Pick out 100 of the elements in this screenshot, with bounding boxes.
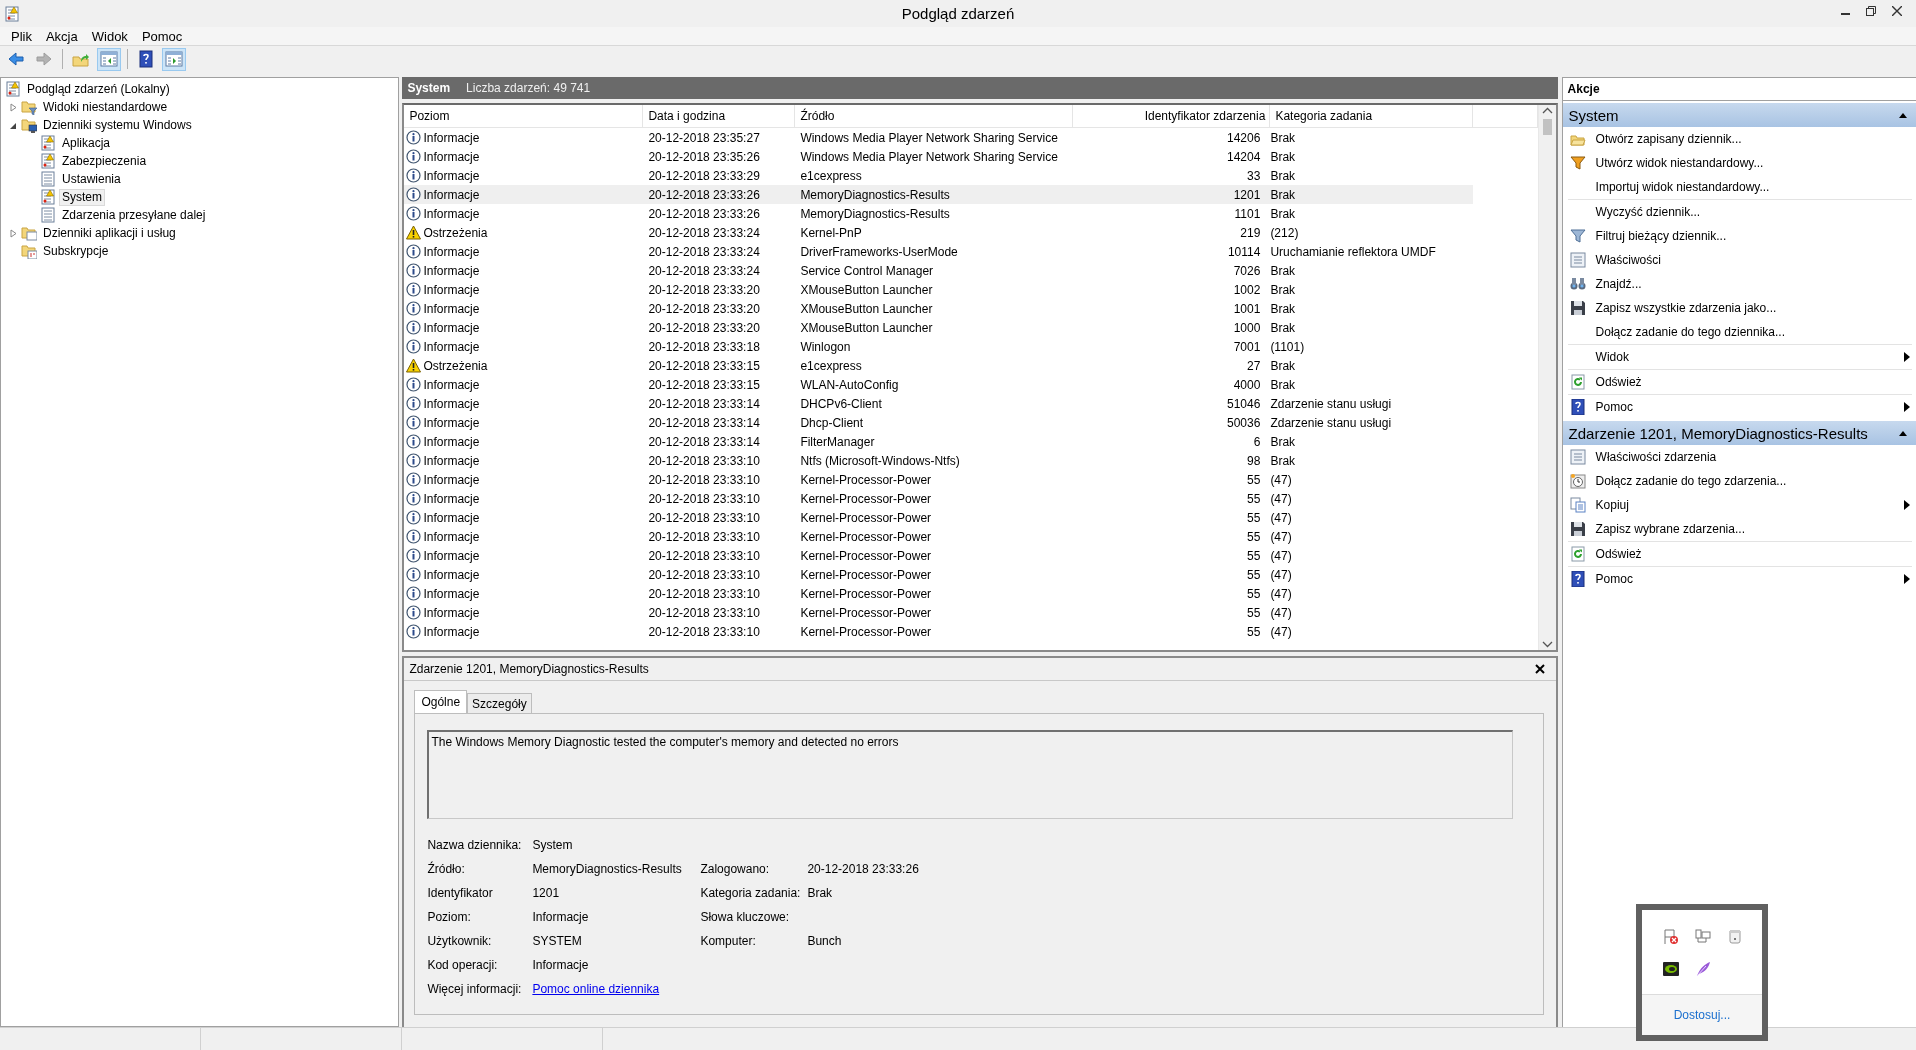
table-row[interactable]: Informacje 20-12-2018 23:33:20 XMouseButton Launcher 1001 Brak: [404, 299, 1538, 318]
field-label: Komputer:: [700, 934, 757, 948]
customize-link[interactable]: Dostosuj...: [1673, 1008, 1731, 1022]
table-row[interactable]: Informacje 20-12-2018 23:33:10 Kernel-Processor-Power 55 (47): [404, 470, 1538, 489]
table-row[interactable]: Informacje 20-12-2018 23:33:20 XMouseButton Launcher 1000 Brak: [404, 318, 1538, 337]
action-item[interactable]: Odśwież: [1567, 370, 1912, 395]
tab[interactable]: Szczegóły: [467, 693, 532, 713]
feather-icon[interactable]: [1694, 960, 1712, 978]
table-cell-text: 20-12-2018 23:33:18: [647, 339, 761, 354]
table-cell-text: DHCPv6-Client: [799, 396, 883, 411]
table-row[interactable]: Informacje 20-12-2018 23:33:20 XMouseButton Launcher 1002 Brak: [404, 280, 1538, 299]
menu-item[interactable]: Pomoc: [134, 28, 190, 44]
tree-item[interactable]: Zabezpieczenia: [59, 152, 150, 170]
info-icon: [406, 586, 422, 601]
column-header[interactable]: Źródło: [795, 105, 1074, 127]
table-row[interactable]: Informacje 20-12-2018 23:33:14 Dhcp-Client 50036 Zdarzenie stanu usługi: [404, 413, 1538, 432]
help-link[interactable]: Pomoc online dziennika: [532, 982, 660, 996]
table-row[interactable]: Ostrzeżenia 20-12-2018 23:33:15 e1cexpress 27 Brak: [404, 356, 1538, 375]
column-header[interactable]: Kategoria zadania: [1270, 105, 1474, 127]
field-value: MemoryDiagnostics-Results: [532, 862, 683, 876]
table-row[interactable]: Informacje 20-12-2018 23:33:18 Winlogon 7001 (1101): [404, 337, 1538, 356]
tree-item[interactable]: Subskrypcje: [40, 242, 112, 260]
restore-icon: [1866, 6, 1876, 16]
table-row[interactable]: Informacje 20-12-2018 23:33:29 e1cexpress 33 Brak: [404, 166, 1538, 185]
table-row[interactable]: Informacje 20-12-2018 23:33:10 Kernel-Processor-Power 55 (47): [404, 489, 1538, 508]
action-item[interactable]: Dołącz zadanie do tego zdarzenia...: [1567, 469, 1912, 493]
expand-arrow-icon[interactable]: [9, 102, 18, 112]
table-row[interactable]: Informacje 20-12-2018 23:33:10 Kernel-Processor-Power 55 (47): [404, 508, 1538, 527]
scroll-thumb[interactable]: [1542, 119, 1552, 135]
table-row[interactable]: Informacje 20-12-2018 23:35:27 Windows Media Player Network Sharing Service 14206 Brak: [404, 128, 1538, 147]
tree-item[interactable]: Dzienniki systemu Windows: [40, 116, 195, 134]
table-row[interactable]: Informacje 20-12-2018 23:33:10 Kernel-Processor-Power 55 (47): [404, 603, 1538, 622]
table-row[interactable]: Ostrzeżenia 20-12-2018 23:33:24 Kernel-PnP 219 (212): [404, 223, 1538, 242]
expand-arrow-icon[interactable]: [9, 228, 18, 238]
tree-item[interactable]: Widoki niestandardowe: [40, 98, 171, 116]
properties-icon: [1569, 252, 1586, 268]
action-item[interactable]: Utwórz widok niestandardowy...: [1567, 151, 1912, 175]
actions-title: Akcje: [1562, 78, 1916, 101]
level-text: Informacje: [423, 339, 480, 354]
usb-drive-icon[interactable]: [1726, 928, 1744, 946]
action-item[interactable]: Zapisz wybrane zdarzenia...: [1567, 517, 1912, 542]
action-item[interactable]: Filtruj bieżący dziennik...: [1567, 224, 1912, 248]
table-row[interactable]: Informacje 20-12-2018 23:33:15 WLAN-AutoConfig 4000 Brak: [404, 375, 1538, 394]
table-row[interactable]: Informacje 20-12-2018 23:35:26 Windows Media Player Network Sharing Service 14204 Brak: [404, 147, 1538, 166]
column-header[interactable]: Data i godzina: [643, 105, 796, 127]
column-header[interactable]: Identyfikator zdarzenia: [1073, 105, 1271, 127]
menu-item[interactable]: Widok: [84, 28, 135, 44]
table-row[interactable]: Informacje 20-12-2018 23:33:10 Kernel-Processor-Power 55 (47): [404, 527, 1538, 546]
action-item[interactable]: Widok: [1567, 345, 1912, 370]
table-row[interactable]: Informacje 20-12-2018 23:33:10 Kernel-Processor-Power 55 (47): [404, 546, 1538, 565]
action-item[interactable]: Dołącz zadanie do tego dziennika...: [1567, 320, 1912, 345]
network-icon[interactable]: [1694, 928, 1712, 946]
action-item[interactable]: Importuj widok niestandardowy...: [1567, 175, 1912, 200]
action-item[interactable]: Wyczyść dziennik...: [1567, 200, 1912, 224]
menu-item[interactable]: Plik: [4, 28, 39, 44]
tab[interactable]: Ogólne: [414, 690, 468, 713]
table-row[interactable]: Informacje 20-12-2018 23:33:10 Ntfs (Microsoft-Windows-Ntfs) 98 Brak: [404, 451, 1538, 470]
table-row[interactable]: Informacje 20-12-2018 23:33:14 DHCPv6-Client 51046 Zdarzenie stanu usługi: [404, 394, 1538, 413]
level-text: Informacje: [423, 586, 480, 601]
table-row[interactable]: Informacje 20-12-2018 23:33:14 FilterManager 6 Brak: [404, 432, 1538, 451]
action-item[interactable]: Znajdź...: [1567, 272, 1912, 296]
scrollbar[interactable]: [1537, 105, 1556, 650]
table-cell-text: 20-12-2018 23:33:20: [647, 301, 761, 316]
table-cell-text: Windows Media Player Network Sharing Service: [799, 149, 1059, 164]
flag-error-icon[interactable]: [1662, 928, 1680, 946]
table-cell-text: 55: [1246, 605, 1262, 620]
table-cell-text: 20-12-2018 23:33:14: [647, 434, 761, 449]
table-cell-text: Brak: [1270, 282, 1297, 297]
level-text: Ostrzeżenia: [423, 225, 488, 240]
tree-item[interactable]: Ustawienia: [59, 170, 124, 188]
action-item[interactable]: Właściwości: [1567, 248, 1912, 272]
tree-item[interactable]: System: [59, 188, 105, 206]
table-row[interactable]: Informacje 20-12-2018 23:33:24 DriverFrameworks-UserMode 10114 Uruchamianie reflektora UMDF: [404, 242, 1538, 261]
table-cell-text: (1101): [1270, 339, 1306, 354]
table-row[interactable]: Informacje 20-12-2018 23:33:26 MemoryDiagnostics-Results 1101 Brak: [404, 204, 1538, 223]
tree-item[interactable]: Aplikacja: [59, 134, 114, 152]
action-item[interactable]: Pomoc: [1567, 567, 1912, 591]
section-header[interactable]: Zdarzenie 1201, MemoryDiagnostics-Results: [1562, 421, 1916, 445]
action-item[interactable]: Otwórz zapisany dziennik...: [1567, 127, 1912, 151]
action-item[interactable]: Właściwości zdarzenia: [1567, 445, 1912, 469]
action-item[interactable]: Zapisz wszystkie zdarzenia jako...: [1567, 296, 1912, 320]
tree-item[interactable]: Zdarzenia przesyłane dalej: [59, 206, 209, 224]
action-item[interactable]: Kopiuj: [1567, 493, 1912, 517]
table-row[interactable]: Informacje 20-12-2018 23:33:24 Service Control Manager 7026 Brak: [404, 261, 1538, 280]
table-row[interactable]: Informacje 20-12-2018 23:33:10 Kernel-Processor-Power 55 (47): [404, 565, 1538, 584]
action-item[interactable]: Odśwież: [1567, 542, 1912, 567]
column-header[interactable]: Poziom: [404, 105, 644, 127]
menu-item[interactable]: Akcja: [38, 28, 85, 44]
table-cell-text: XMouseButton Launcher: [799, 282, 934, 297]
tree-item[interactable]: Podgląd zdarzeń (Lokalny): [24, 80, 173, 98]
tree-item[interactable]: Dzienniki aplikacji i usług: [40, 224, 179, 242]
table-cell-text: (47): [1270, 586, 1293, 601]
gpu-icon[interactable]: [1662, 960, 1680, 978]
action-item[interactable]: Pomoc: [1567, 395, 1912, 419]
table-row[interactable]: Informacje 20-12-2018 23:33:10 Kernel-Processor-Power 55 (47): [404, 584, 1538, 603]
level-text: Informacje: [423, 149, 480, 164]
table-row[interactable]: Informacje 20-12-2018 23:33:10 Kernel-Processor-Power 55 (47): [404, 622, 1538, 641]
section-header[interactable]: System: [1562, 103, 1916, 127]
table-row[interactable]: Informacje 20-12-2018 23:33:26 MemoryDiagnostics-Results 1201 Brak: [404, 185, 1474, 204]
table-cell-text: 1201: [1232, 187, 1262, 202]
